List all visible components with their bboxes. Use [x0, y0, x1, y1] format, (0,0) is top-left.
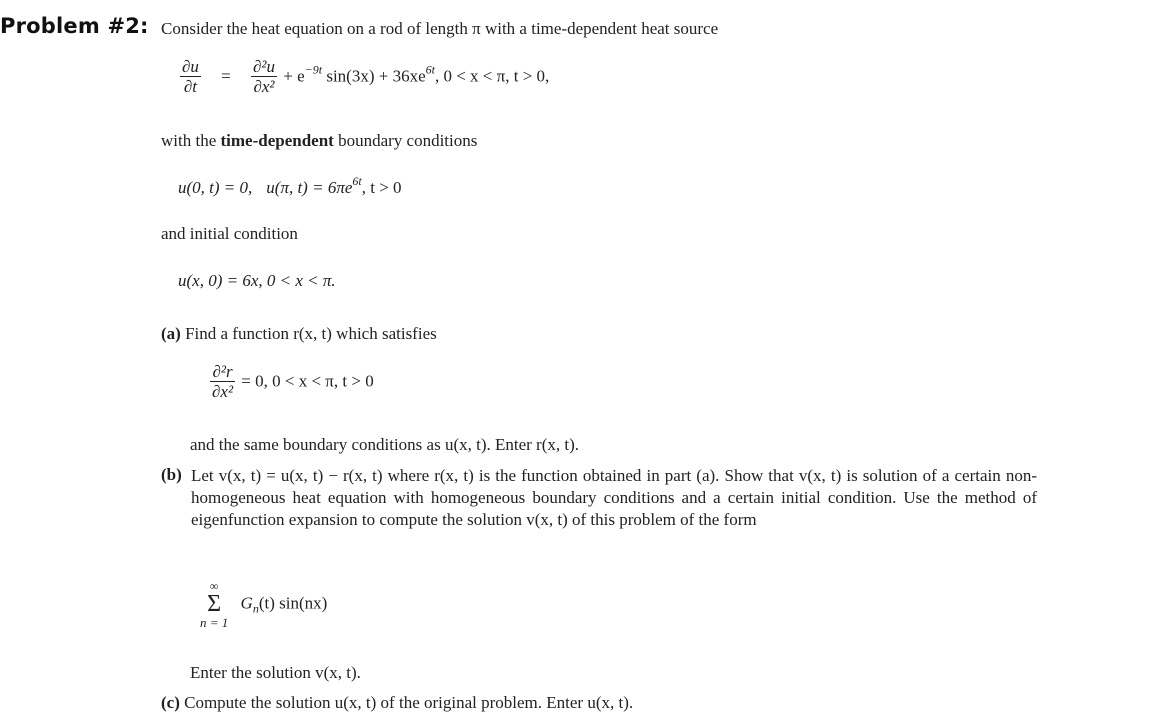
bc-right-exponent: 6t — [352, 174, 362, 188]
bc-intro-post: boundary conditions — [333, 131, 478, 150]
sum-term-rest: (t) sin(nx) — [258, 593, 328, 613]
bc-left: u(0, t) = 0, — [178, 178, 253, 197]
sum-lower-limit: n = 1 — [200, 615, 229, 630]
equals-sign: = — [221, 66, 231, 86]
bc-right: u(π, t) = 6πe — [266, 178, 353, 197]
lhs-denominator: ∂t — [183, 77, 198, 96]
rhs-denominator: ∂x² — [253, 77, 275, 96]
part-a-followup: and the same boundary conditions as u(x,… — [190, 435, 580, 454]
part-a-denominator: ∂x² — [212, 382, 234, 401]
bc-intro: with the time-dependent boundary conditi… — [161, 131, 477, 151]
part-b-label-text: (b) — [161, 465, 182, 484]
summation-symbol: ∞ Σ n = 1 — [200, 580, 228, 629]
part-a: (a) Find a function r(x, t) which satisf… — [161, 324, 437, 344]
initial-condition: u(x, 0) = 6x, 0 < x < π. — [178, 271, 336, 291]
sum-term: G — [240, 593, 253, 613]
bc-condition: , t > 0 — [361, 178, 402, 197]
lhs-numerator: ∂u — [182, 57, 199, 76]
part-a-text: Find a function r(x, t) which satisfies — [185, 324, 437, 343]
bc-intro-bold: time-dependent — [220, 131, 334, 150]
d2r-dx2-fraction: ∂²r ∂x² — [210, 363, 235, 402]
heat-equation: ∂u ∂t = ∂²u ∂x² + e−9t sin(3x) + 36xe6t,… — [178, 58, 549, 97]
part-c-label: (c) — [161, 693, 180, 712]
part-a-eq-rest: = 0, 0 < x < π, t > 0 — [241, 371, 374, 391]
ic-text: u(x, 0) = 6x, 0 < x < π. — [178, 271, 336, 290]
pde-domain: , 0 < x < π, t > 0, — [434, 66, 550, 86]
source-term-1: + e — [283, 66, 305, 86]
source-term-2: sin(3x) + 36xe — [322, 66, 426, 86]
eigenfunction-series: ∞ Σ n = 1 Gn(t) sin(nx) — [200, 580, 327, 629]
problem-intro: Consider the heat equation on a rod of l… — [161, 19, 719, 38]
part-a-equation: ∂²r ∂x² = 0, 0 < x < π, t > 0 — [208, 363, 374, 402]
part-b-text: Let v(x, t) = u(x, t) − r(x, t) where r(… — [191, 466, 1037, 529]
boundary-conditions: u(0, t) = 0, u(π, t) = 6πe6t, t > 0 — [178, 175, 402, 198]
part-b-followup: Enter the solution v(x, t). — [190, 663, 361, 682]
du-dt-fraction: ∂u ∂t — [180, 58, 201, 97]
part-a-label: (a) — [161, 324, 181, 343]
rhs-numerator: ∂²u — [253, 57, 275, 76]
source-exponent-1: −9t — [304, 62, 323, 77]
bc-intro-pre: with the — [161, 131, 221, 150]
part-b-label: (b) — [161, 465, 182, 485]
d2u-dx2-fraction: ∂²u ∂x² — [251, 58, 277, 97]
sigma-icon: Σ — [207, 591, 222, 617]
source-exponent-2: 6t — [425, 62, 435, 77]
part-c-text: Compute the solution u(x, t) of the orig… — [184, 693, 634, 712]
part-c: (c) Compute the solution u(x, t) of the … — [161, 693, 633, 713]
problem-title: Problem #2: — [0, 14, 149, 38]
ic-intro: and initial condition — [161, 224, 298, 243]
part-a-numerator: ∂²r — [212, 362, 233, 381]
